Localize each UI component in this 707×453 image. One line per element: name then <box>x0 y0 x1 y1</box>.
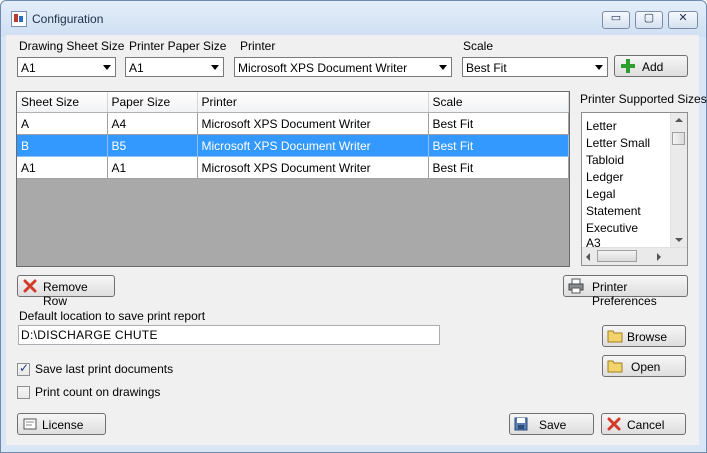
remove-row-label: Remove Row <box>43 280 88 308</box>
cell-scale[interactable]: Best Fit <box>428 156 569 179</box>
license-icon <box>23 418 37 430</box>
checkmark-icon: ✓ <box>19 361 30 375</box>
cancel-icon <box>607 417 621 431</box>
save-last-label[interactable]: Save last print documents <box>35 362 173 376</box>
cell-printer[interactable]: Microsoft XPS Document Writer <box>197 112 429 135</box>
report-location-input[interactable] <box>21 328 431 342</box>
license-label: License <box>42 418 84 432</box>
printer-preferences-label: Printer Preferences <box>592 280 657 308</box>
table-row[interactable]: A1 A1 Microsoft XPS Document Writer Best… <box>17 156 569 179</box>
list-item[interactable]: Letter <box>586 119 617 133</box>
print-config-table: Sheet Size Paper Size Printer Scale A A4… <box>16 91 570 267</box>
cancel-label: Cancel <box>627 418 665 432</box>
print-count-checkbox[interactable] <box>17 386 30 399</box>
save-icon <box>514 417 528 431</box>
cell-scale[interactable]: Best Fit <box>428 112 569 135</box>
cell-sheet-size[interactable]: B <box>17 134 108 157</box>
printer-value: Microsoft XPS Document Writer <box>238 61 408 75</box>
app-icon <box>11 11 27 27</box>
plus-icon <box>621 59 635 73</box>
cell-paper-size[interactable]: B5 <box>107 134 198 157</box>
open-label: Open <box>631 360 661 374</box>
printer-paper-size-select[interactable]: A1 <box>125 57 224 77</box>
save-button[interactable]: Save <box>509 413 594 435</box>
scroll-down-arrow-icon[interactable] <box>675 238 683 242</box>
list-item[interactable]: Letter Small <box>586 136 650 150</box>
vertical-scrollbar[interactable] <box>670 113 687 248</box>
maximize-button[interactable]: ▢ <box>635 11 663 29</box>
list-item[interactable]: Tabloid <box>586 153 624 167</box>
license-button[interactable]: License <box>17 413 106 435</box>
chevron-down-icon <box>103 65 111 70</box>
drawing-sheet-size-value: A1 <box>21 61 36 75</box>
printer-preferences-button[interactable]: Printer Preferences <box>563 275 688 308</box>
browse-label: Browse <box>627 330 668 344</box>
scroll-left-arrow-icon[interactable] <box>586 253 590 261</box>
printer-paper-size-value: A1 <box>129 61 144 75</box>
printer-select[interactable]: Microsoft XPS Document Writer <box>234 57 452 77</box>
column-header-sheet-size[interactable]: Sheet Size <box>17 92 108 113</box>
scroll-thumb[interactable] <box>672 132 685 145</box>
scroll-up-arrow-icon[interactable] <box>675 118 683 122</box>
list-item[interactable]: Executive <box>586 221 638 235</box>
close-button[interactable]: ✕ <box>668 11 698 29</box>
table-header-row: Sheet Size Paper Size Printer Scale <box>17 92 569 113</box>
cell-paper-size[interactable]: A4 <box>107 112 198 135</box>
scroll-right-arrow-icon[interactable] <box>657 253 661 261</box>
cell-scale[interactable]: Best Fit <box>428 134 569 157</box>
column-header-scale[interactable]: Scale <box>428 92 569 113</box>
print-count-label[interactable]: Print count on drawings <box>35 385 160 399</box>
delete-icon <box>23 279 37 293</box>
column-header-printer[interactable]: Printer <box>197 92 429 113</box>
printer-label: Printer <box>240 39 276 53</box>
cell-sheet-size[interactable]: A <box>17 112 108 135</box>
save-last-checkbox[interactable]: ✓ <box>17 361 30 376</box>
printer-icon <box>568 278 584 294</box>
report-location-field[interactable] <box>18 325 440 345</box>
cell-sheet-size[interactable]: A1 <box>17 156 108 179</box>
remove-row-button[interactable]: Remove Row <box>17 275 115 308</box>
list-item[interactable]: Legal <box>586 187 615 201</box>
folder-icon <box>607 360 623 373</box>
add-button[interactable]: Add <box>614 55 688 77</box>
chevron-down-icon <box>595 65 603 70</box>
chevron-down-icon <box>439 65 447 70</box>
list-item[interactable]: Statement <box>586 204 641 218</box>
cell-printer[interactable]: Microsoft XPS Document Writer <box>197 134 429 157</box>
window-title: Configuration <box>32 12 104 26</box>
title-bar[interactable]: Configuration ▭ ▢ ✕ <box>1 1 706 37</box>
column-header-paper-size[interactable]: Paper Size <box>107 92 198 113</box>
maximize-icon: ▢ <box>643 12 655 24</box>
list-item[interactable]: Ledger <box>586 170 623 184</box>
add-button-label: Add <box>642 60 664 74</box>
close-icon: ✕ <box>678 12 688 24</box>
minimize-button[interactable]: ▭ <box>602 11 630 29</box>
table-row-selected[interactable]: B B5 Microsoft XPS Document Writer Best … <box>17 134 569 157</box>
report-location-label: Default location to save print report <box>19 309 206 323</box>
horizontal-scrollbar[interactable] <box>582 247 687 265</box>
cancel-button[interactable]: Cancel <box>601 413 686 435</box>
drawing-sheet-size-label: Drawing Sheet Size <box>19 39 125 53</box>
cell-paper-size[interactable]: A1 <box>107 156 198 179</box>
table-row[interactable]: A A4 Microsoft XPS Document Writer Best … <box>17 112 569 135</box>
cell-printer[interactable]: Microsoft XPS Document Writer <box>197 156 429 179</box>
save-label: Save <box>539 418 567 432</box>
scale-label: Scale <box>463 39 494 53</box>
browse-button[interactable]: Browse <box>602 325 686 347</box>
open-button[interactable]: Open <box>602 355 686 377</box>
printer-paper-size-label: Printer Paper Size <box>129 39 227 53</box>
chevron-down-icon <box>211 65 219 70</box>
supported-sizes-label: Printer Supported Sizes <box>580 92 707 106</box>
drawing-sheet-size-select[interactable]: A1 <box>17 57 116 77</box>
minimize-icon: ▭ <box>610 12 622 24</box>
scroll-thumb[interactable] <box>597 250 637 262</box>
scale-select[interactable]: Best Fit <box>462 57 608 77</box>
scale-value: Best Fit <box>466 61 507 75</box>
folder-icon <box>607 330 623 343</box>
supported-sizes-list[interactable]: Letter Letter Small Tabloid Ledger Legal… <box>581 112 688 266</box>
